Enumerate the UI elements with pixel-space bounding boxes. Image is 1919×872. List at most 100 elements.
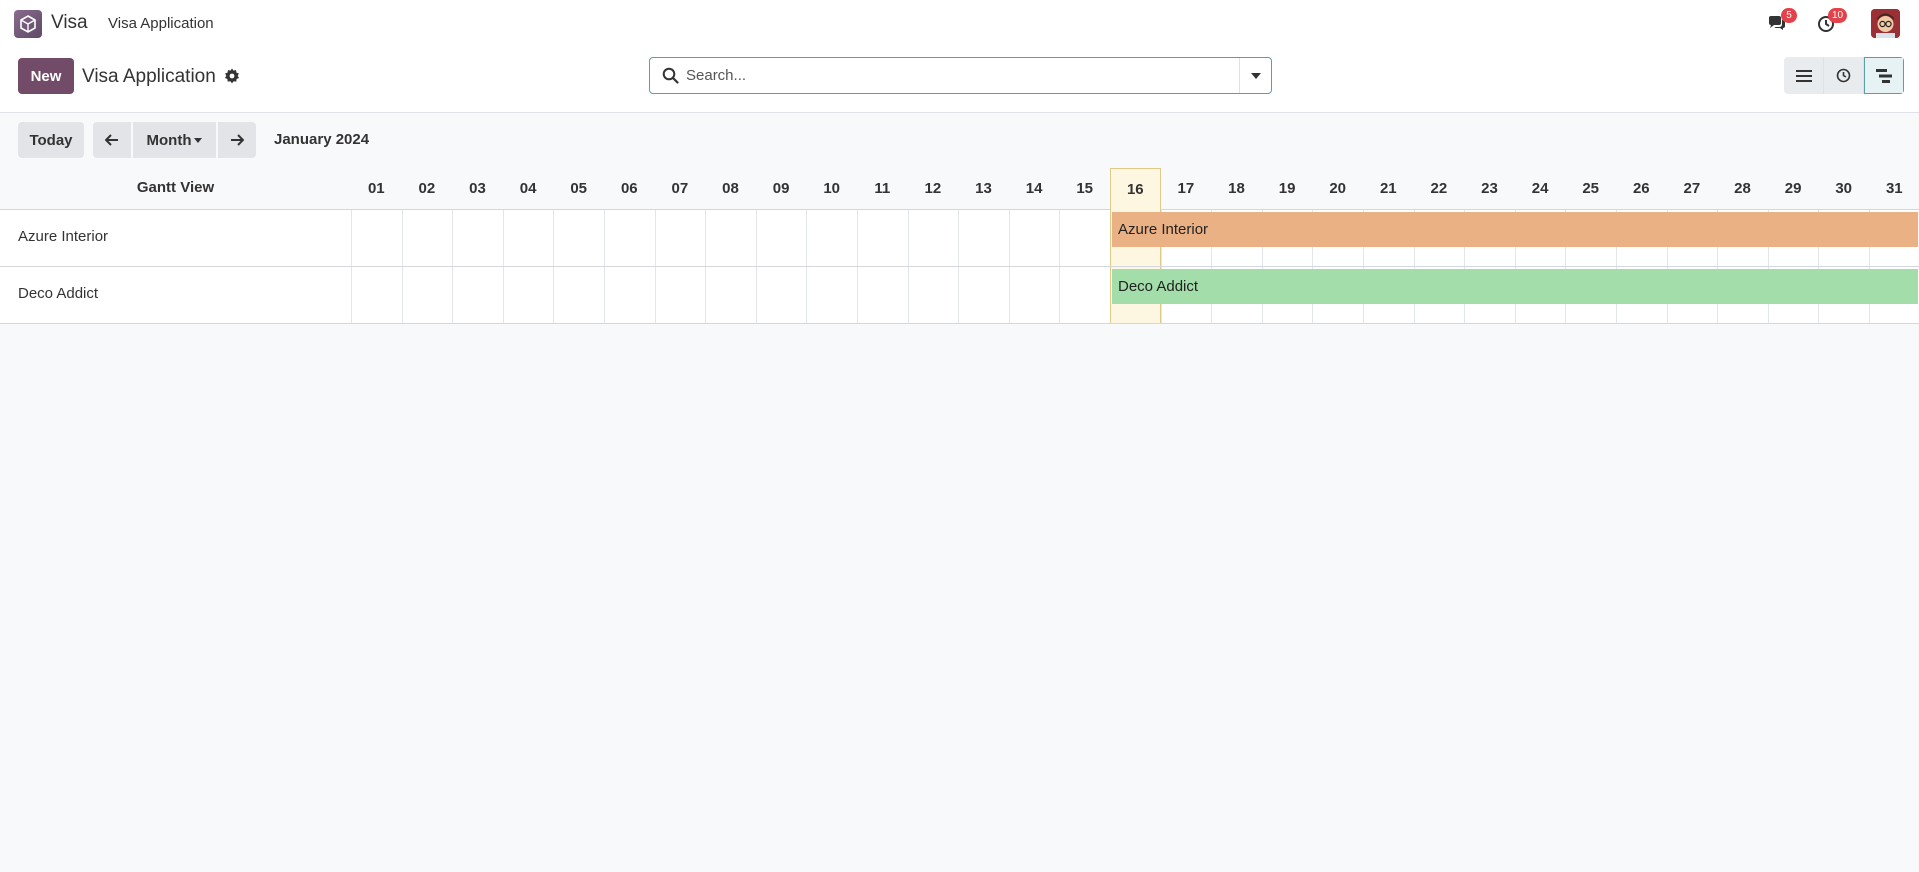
caret-down-icon	[194, 137, 203, 143]
activity-view-button[interactable]	[1824, 57, 1864, 94]
gantt-cell[interactable]	[401, 210, 453, 266]
day-header-26: 26	[1632, 180, 1650, 197]
gantt-cell[interactable]	[351, 210, 402, 266]
gantt-cell[interactable]	[553, 210, 604, 266]
day-header-01: 01	[367, 180, 385, 197]
day-header-17: 17	[1177, 180, 1195, 197]
gantt-cell[interactable]	[857, 267, 908, 323]
scale-label: Month	[146, 131, 192, 149]
day-header-29: 29	[1784, 180, 1802, 197]
gantt-view-button[interactable]	[1864, 57, 1904, 94]
search-bar	[649, 57, 1272, 94]
gantt-cell[interactable]	[907, 210, 959, 266]
day-header-24: 24	[1531, 180, 1549, 197]
gantt-cell[interactable]	[1059, 267, 1110, 323]
day-header-09: 09	[772, 180, 790, 197]
gantt-cell[interactable]	[705, 267, 756, 323]
row-label: Azure Interior	[18, 228, 109, 245]
day-header-22: 22	[1430, 180, 1448, 197]
gantt-row: Azure Interior Azure Interior	[0, 210, 1919, 267]
day-header-20: 20	[1329, 180, 1347, 197]
top-navbar: Visa Visa Application 5 10	[0, 0, 1919, 47]
gantt-cell[interactable]	[351, 267, 402, 323]
gantt-cell[interactable]	[1008, 267, 1060, 323]
day-header-14: 14	[1025, 180, 1043, 197]
clock-icon	[1836, 68, 1851, 83]
gantt-cell[interactable]	[958, 267, 1009, 323]
gear-icon[interactable]	[224, 68, 242, 86]
day-header-12: 12	[924, 180, 942, 197]
gantt-cell[interactable]	[1059, 210, 1110, 266]
gantt-cell[interactable]	[502, 210, 554, 266]
day-header-18: 18	[1228, 180, 1245, 197]
day-header-30: 30	[1835, 180, 1853, 197]
gantt-header: Gantt View 01 02 03 04 05 06 07 08 09 10 11 12 13 14 1…	[0, 168, 1919, 210]
gantt-bar[interactable]: Azure Interior	[1112, 212, 1918, 247]
gantt-cell[interactable]	[857, 210, 908, 266]
gantt-cell[interactable]	[755, 267, 807, 323]
caret-down-icon	[1250, 72, 1261, 79]
new-button[interactable]: New	[18, 58, 74, 94]
activities-badge: 10	[1828, 8, 1848, 23]
day-header-03: 03	[469, 180, 486, 197]
day-header-21: 21	[1379, 180, 1397, 197]
gantt-cell[interactable]	[806, 210, 857, 266]
gantt-title: Gantt View	[136, 179, 215, 196]
day-header-15: 15	[1076, 180, 1094, 197]
arrow-right-icon	[231, 134, 244, 146]
arrow-left-icon	[105, 134, 118, 146]
app-name[interactable]: Visa	[51, 12, 88, 34]
day-header-04: 04	[519, 180, 537, 197]
today-button[interactable]: Today	[18, 122, 84, 158]
gantt-cell[interactable]	[553, 267, 604, 323]
row-label: Deco Addict	[18, 285, 99, 302]
day-header-16: 16	[1110, 168, 1161, 210]
day-header-07: 07	[671, 180, 689, 197]
gantt-cell[interactable]	[705, 210, 756, 266]
gantt-cell[interactable]	[604, 210, 655, 266]
next-button[interactable]	[218, 122, 256, 158]
menu-visa-application[interactable]: Visa Application	[108, 15, 214, 32]
app-logo-icon[interactable]	[14, 10, 42, 38]
gantt-cell[interactable]	[604, 267, 655, 323]
gantt-bar[interactable]: Deco Addict	[1112, 269, 1918, 304]
search-input[interactable]	[684, 58, 1234, 93]
gantt-icon	[1876, 68, 1892, 83]
gantt-cell[interactable]	[806, 267, 857, 323]
search-icon	[662, 67, 680, 85]
previous-button[interactable]	[93, 122, 131, 158]
gantt-cell[interactable]	[1008, 210, 1060, 266]
gantt-cell[interactable]	[755, 210, 807, 266]
gantt-cell[interactable]	[654, 210, 706, 266]
day-header-11: 11	[874, 180, 891, 197]
activities-button[interactable]: 10	[1814, 8, 1848, 36]
search-options-toggle[interactable]	[1239, 58, 1271, 93]
day-header-25: 25	[1582, 180, 1600, 197]
day-header-23: 23	[1481, 180, 1498, 197]
day-header-27: 27	[1683, 180, 1701, 197]
gantt-cell[interactable]	[452, 210, 503, 266]
gantt-cell[interactable]	[907, 267, 959, 323]
period-label: January 2024	[274, 131, 370, 148]
page-title: Visa Application	[82, 66, 216, 87]
day-header-06: 06	[620, 180, 638, 197]
list-view-button[interactable]	[1784, 57, 1824, 94]
day-header-10: 10	[823, 180, 841, 197]
scale-dropdown[interactable]: Month	[133, 122, 216, 158]
day-header-05: 05	[570, 180, 588, 197]
messages-badge: 5	[1781, 8, 1797, 23]
day-header-02: 02	[418, 180, 436, 197]
view-switcher	[1784, 57, 1904, 94]
day-header-19: 19	[1278, 180, 1296, 197]
user-avatar[interactable]	[1871, 9, 1900, 38]
control-panel: New Visa Application	[0, 47, 1919, 113]
messages-button[interactable]: 5	[1765, 8, 1797, 36]
gantt-cell[interactable]	[958, 210, 1009, 266]
gantt-cell[interactable]	[452, 267, 503, 323]
day-header-08: 08	[722, 180, 739, 197]
day-header-13: 13	[975, 180, 992, 197]
gantt-cell[interactable]	[654, 267, 706, 323]
gantt-cell[interactable]	[401, 267, 453, 323]
day-header-28: 28	[1734, 180, 1751, 197]
gantt-cell[interactable]	[502, 267, 554, 323]
